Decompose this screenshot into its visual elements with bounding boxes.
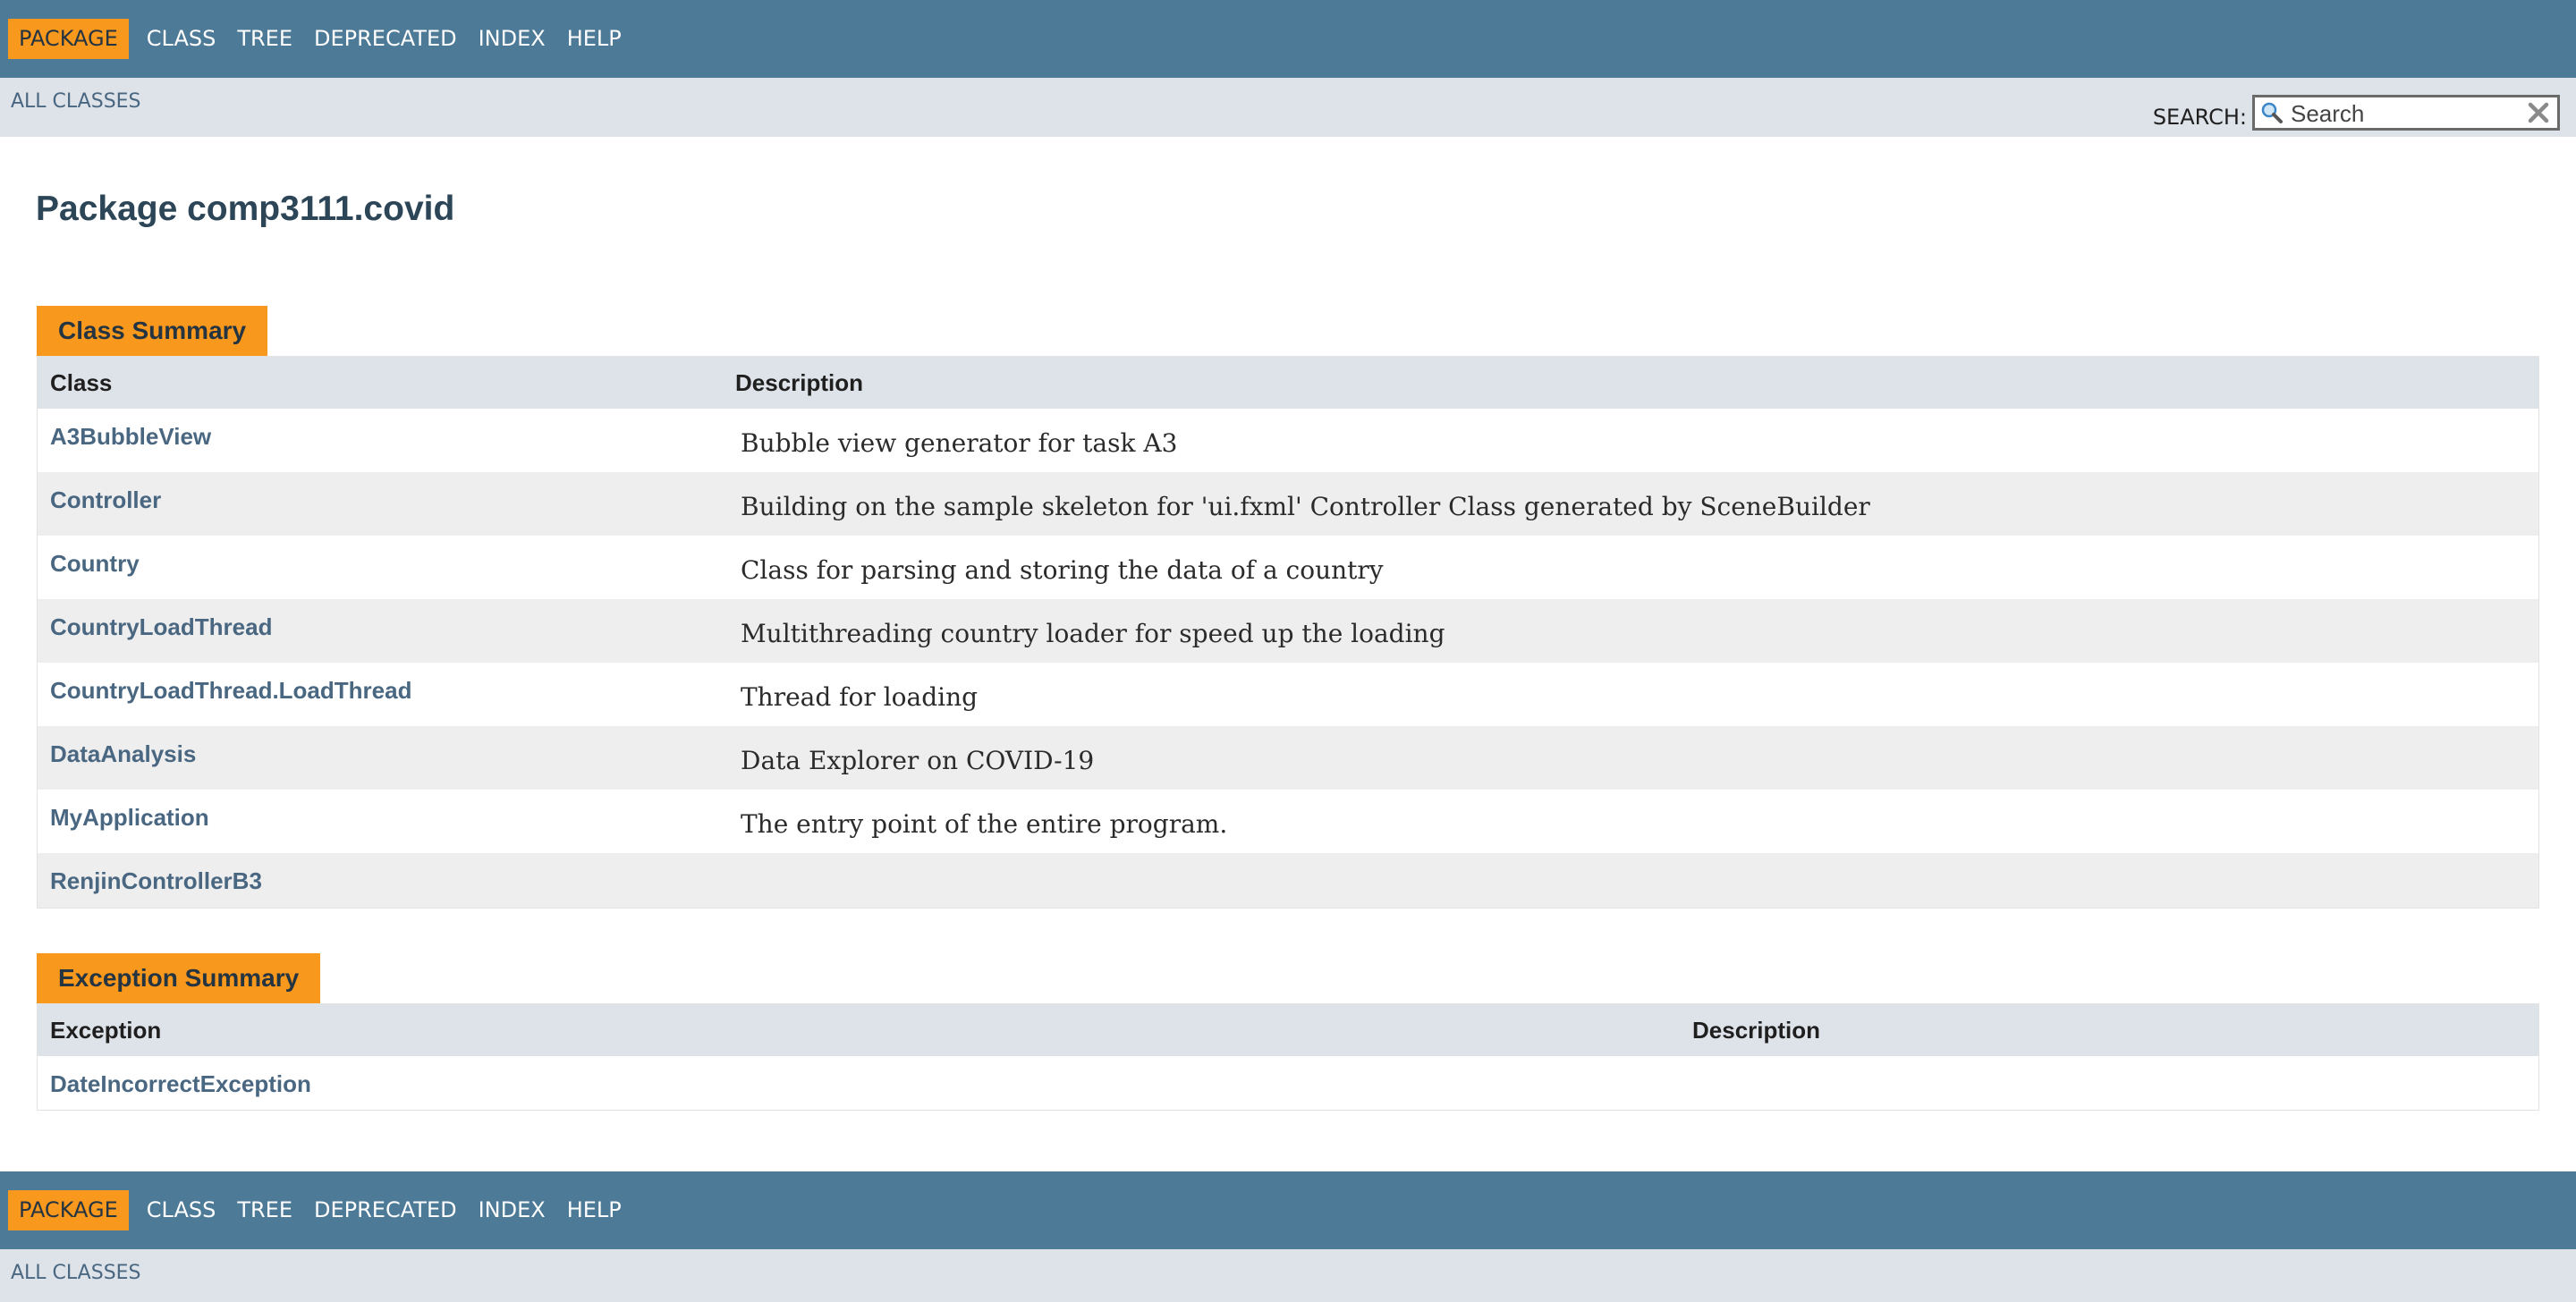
- class-description: Building on the sample skeleton for 'ui.…: [741, 492, 1870, 521]
- nav-deprecated[interactable]: DEPRECATED: [303, 19, 468, 59]
- table-row: DateIncorrectException: [38, 1056, 2538, 1110]
- table-row: Controller Building on the sample skelet…: [38, 472, 2538, 536]
- clear-search-icon[interactable]: [2527, 101, 2550, 124]
- class-link-countryloadthread[interactable]: CountryLoadThread: [50, 613, 272, 641]
- col-header-class: Class: [50, 369, 113, 396]
- nav-index[interactable]: INDEX: [468, 19, 556, 59]
- class-description: Class for parsing and storing the data o…: [741, 555, 1384, 585]
- bottom-nav-help[interactable]: HELP: [556, 1190, 632, 1230]
- nav-package[interactable]: PACKAGE: [8, 19, 129, 59]
- bottom-nav-deprecated[interactable]: DEPRECATED: [303, 1190, 468, 1230]
- bottom-sub-nav-bar: ALL CLASSES: [0, 1249, 2576, 1302]
- search-placeholder: Search: [2291, 100, 2365, 127]
- all-classes-link[interactable]: ALL CLASSES: [11, 90, 141, 113]
- col-header-exception: Exception: [50, 1017, 162, 1044]
- table-row: CountryLoadThread.LoadThread Thread for …: [38, 663, 2538, 726]
- exception-summary-caption: Exception Summary: [37, 953, 321, 1003]
- bottom-nav-class[interactable]: CLASS: [136, 1190, 227, 1230]
- class-link-dataanalysis[interactable]: DataAnalysis: [50, 740, 196, 768]
- table-row: DataAnalysis Data Explorer on COVID-19: [38, 726, 2538, 790]
- exception-link-dateincorrectexception[interactable]: DateIncorrectException: [50, 1070, 311, 1098]
- page-title: Package comp3111.covid: [36, 190, 455, 228]
- class-link-myapplication[interactable]: MyApplication: [50, 804, 209, 832]
- bottom-nav-index[interactable]: INDEX: [468, 1190, 556, 1230]
- table-row: A3BubbleView Bubble view generator for t…: [38, 409, 2538, 472]
- nav-help[interactable]: HELP: [556, 19, 632, 59]
- class-summary-header: Class Description: [38, 357, 2538, 409]
- class-description: The entry point of the entire program.: [741, 809, 1228, 839]
- bottom-all-classes-link[interactable]: ALL CLASSES: [11, 1262, 141, 1284]
- search-icon: [2261, 102, 2283, 123]
- table-row: RenjinControllerB3: [38, 853, 2538, 908]
- class-description: Bubble view generator for task A3: [741, 428, 1178, 458]
- col-header-description: Description: [735, 369, 864, 396]
- class-link-loadthread[interactable]: CountryLoadThread.LoadThread: [50, 677, 411, 705]
- class-summary-table: Class Description A3BubbleView Bubble vi…: [37, 356, 2539, 909]
- bottom-nav-bar: PACKAGE CLASS TREE DEPRECATED INDEX HELP: [0, 1171, 2576, 1249]
- search-label: SEARCH:: [2152, 105, 2247, 130]
- class-description: Multithreading country loader for speed …: [741, 619, 1445, 648]
- class-link-renjincontrollerb3[interactable]: RenjinControllerB3: [50, 867, 262, 895]
- top-nav-bar: PACKAGE CLASS TREE DEPRECATED INDEX HELP: [0, 0, 2576, 78]
- exception-summary-header: Exception Description: [38, 1004, 2538, 1056]
- table-row: CountryLoadThread Multithreading country…: [38, 599, 2538, 663]
- table-row: MyApplication The entry point of the ent…: [38, 790, 2538, 853]
- bottom-nav-package[interactable]: PACKAGE: [8, 1190, 129, 1230]
- class-summary-caption: Class Summary: [37, 306, 268, 356]
- sub-nav-bar: ALL CLASSES SEARCH: Search: [0, 78, 2576, 137]
- class-description: Data Explorer on COVID-19: [741, 746, 1095, 775]
- class-description: Thread for loading: [741, 682, 979, 712]
- class-link-controller[interactable]: Controller: [50, 486, 161, 514]
- bottom-nav-tree[interactable]: TREE: [226, 1190, 303, 1230]
- nav-class[interactable]: CLASS: [136, 19, 227, 59]
- search-input[interactable]: Search: [2252, 95, 2560, 131]
- class-link-country[interactable]: Country: [50, 550, 140, 578]
- exception-summary-table: Exception Description DateIncorrectExcep…: [37, 1003, 2539, 1111]
- class-link-a3bubbleview[interactable]: A3BubbleView: [50, 423, 211, 451]
- col-header-description: Description: [1692, 1017, 1821, 1044]
- table-row: Country Class for parsing and storing th…: [38, 536, 2538, 599]
- nav-tree[interactable]: TREE: [226, 19, 303, 59]
